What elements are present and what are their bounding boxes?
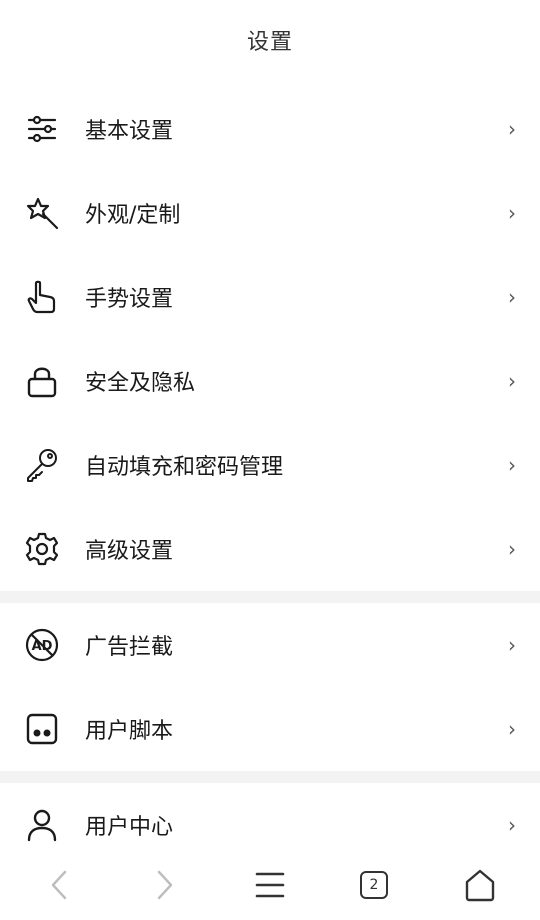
chevron-right-icon: ›	[508, 285, 516, 309]
script-icon	[22, 709, 62, 749]
section-divider	[0, 771, 540, 783]
section-divider	[0, 591, 540, 603]
tabs-count-badge: 2	[360, 871, 388, 899]
back-icon[interactable]	[38, 863, 82, 907]
forward-icon[interactable]	[142, 863, 186, 907]
title-bar: 设置	[0, 0, 540, 80]
chevron-right-icon: ›	[508, 717, 516, 741]
settings-item-label: 广告拦截	[85, 635, 174, 660]
gear-icon	[22, 529, 62, 569]
settings-item-security[interactable]: 安全及隐私 ›	[0, 339, 540, 423]
settings-item-label: 安全及隐私	[85, 371, 196, 396]
settings-item-label: 外观/定制	[85, 203, 181, 228]
chevron-right-icon: ›	[508, 117, 516, 141]
settings-item-label: 用户脚本	[85, 719, 174, 744]
hand-pointer-icon	[22, 277, 62, 317]
settings-item-label: 高级设置	[85, 539, 174, 564]
settings-item-adblock[interactable]: AD 广告拦截 ›	[0, 603, 540, 687]
chevron-right-icon: ›	[508, 813, 516, 837]
bottom-toolbar: 2	[0, 850, 540, 920]
settings-item-gestures[interactable]: 手势设置 ›	[0, 255, 540, 339]
settings-item-label: 基本设置	[85, 119, 174, 144]
page-title: 设置	[246, 30, 293, 55]
settings-item-autofill[interactable]: 自动填充和密码管理 ›	[0, 423, 540, 507]
chevron-right-icon: ›	[508, 453, 516, 477]
settings-item-basic[interactable]: 基本设置 ›	[0, 87, 540, 171]
svg-text:AD: AD	[32, 639, 53, 654]
settings-group-extensions: AD 广告拦截 › 用户脚本 ›	[0, 603, 540, 771]
tabs-button[interactable]: 2	[352, 863, 396, 907]
magic-wand-icon	[22, 193, 62, 233]
chevron-right-icon: ›	[508, 369, 516, 393]
user-icon	[22, 805, 62, 845]
settings-item-label: 手势设置	[85, 287, 174, 312]
sliders-icon	[22, 109, 62, 149]
key-icon	[22, 445, 62, 485]
settings-item-label: 自动填充和密码管理	[85, 455, 284, 480]
chevron-right-icon: ›	[508, 537, 516, 561]
settings-item-appearance[interactable]: 外观/定制 ›	[0, 171, 540, 255]
menu-icon[interactable]	[248, 863, 292, 907]
settings-item-advanced[interactable]: 高级设置 ›	[0, 507, 540, 591]
settings-group-main: 基本设置 › 外观/定制 › 手势设置 › 安全及隐私 › 自动填充和密码管理 …	[0, 87, 540, 591]
home-icon[interactable]	[458, 863, 502, 907]
chevron-right-icon: ›	[508, 201, 516, 225]
settings-item-label: 用户中心	[85, 815, 174, 840]
settings-item-userscripts[interactable]: 用户脚本 ›	[0, 687, 540, 771]
chevron-right-icon: ›	[508, 633, 516, 657]
ad-block-icon: AD	[22, 625, 62, 665]
lock-icon	[22, 361, 62, 401]
